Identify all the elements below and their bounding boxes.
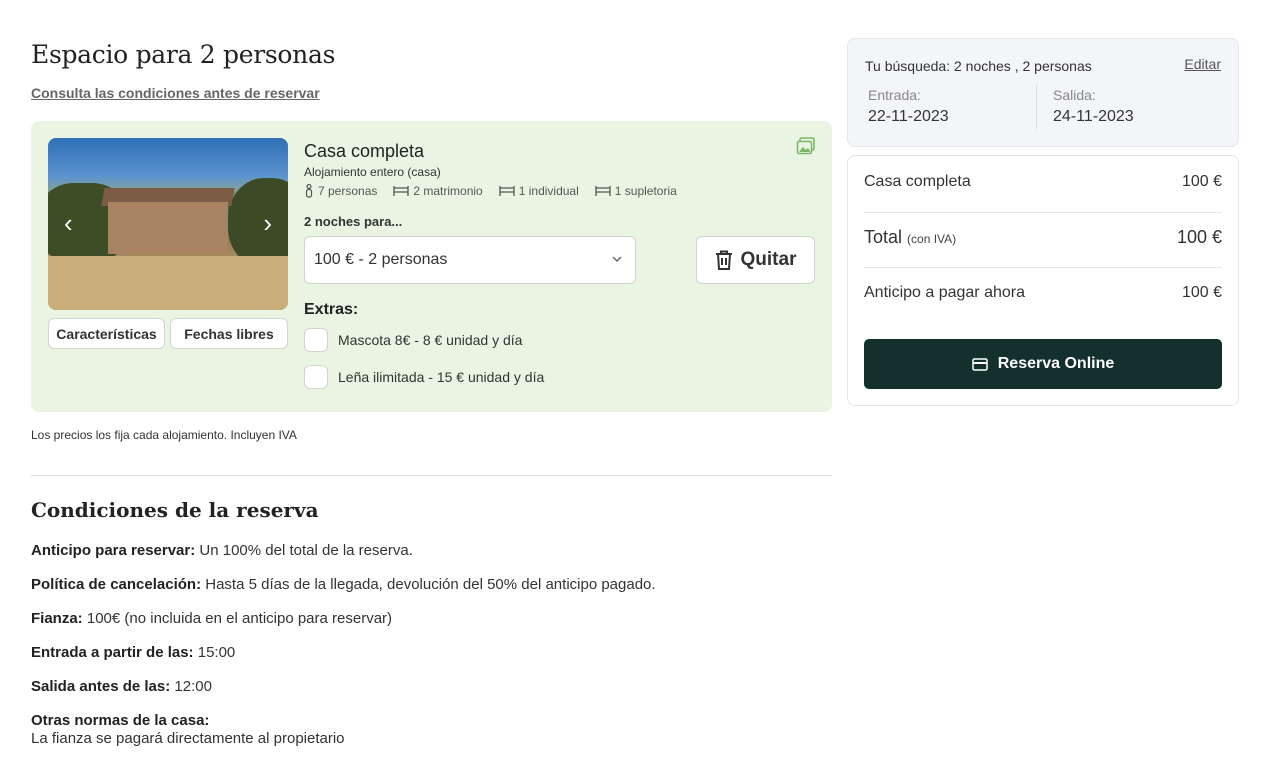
price-summary-box: Casa completa 100 € Total (con IVA) 100 … — [847, 155, 1239, 406]
condition-cancellation: Política de cancelación: Hasta 5 días de… — [31, 576, 656, 593]
summary-deposit-price: 100 € — [1181, 284, 1222, 301]
search-summary: Tu búsqueda: 2 noches , 2 personas — [865, 58, 1092, 74]
extra-option-pet[interactable]: Mascota 8€ - 8 € unidad y día — [304, 328, 522, 352]
feature-double-label: 2 matrimonio — [413, 184, 483, 198]
condition-checkin: Entrada a partir de las: 15:00 — [31, 644, 235, 661]
extras-title: Extras: — [304, 301, 359, 318]
checkout-value: 24-11-2023 — [1053, 108, 1134, 125]
summary-total-price: 100 € — [1176, 227, 1222, 247]
summary-total-note: (con IVA) — [907, 232, 957, 246]
summary-deposit-row: Anticipo a pagar ahora 100 € — [864, 284, 1222, 302]
summary-item-label: Casa completa — [864, 173, 971, 190]
checkin-date: Entrada: 22-11-2023 — [868, 87, 949, 126]
photo-trees — [228, 178, 288, 268]
photo-house — [108, 202, 228, 254]
reserve-button-label: Reserva Online — [997, 355, 1115, 372]
room-features: 7 personas 2 matrimonio 1 individual 1 s… — [304, 184, 814, 198]
trash-icon — [715, 250, 732, 270]
room-info: Casa completa Alojamiento entero (casa) … — [304, 139, 815, 389]
photo-ground — [48, 256, 288, 310]
checkbox[interactable] — [304, 328, 328, 352]
divider — [864, 212, 1222, 213]
conditions-link[interactable]: Consulta las condiciones antes de reserv… — [31, 85, 320, 101]
condition-label: Política de cancelación: — [31, 576, 202, 593]
remove-button-label: Quitar — [740, 249, 797, 270]
bed-icon — [393, 186, 410, 196]
edit-search-link[interactable]: Editar — [1184, 56, 1221, 72]
extra-option-firewood[interactable]: Leña ilimitada - 15 € unidad y día — [304, 365, 544, 389]
summary-deposit-label: Anticipo a pagar ahora — [864, 284, 1025, 301]
rate-select[interactable]: 100 € - 2 personas — [304, 236, 636, 284]
summary-item-row: Casa completa 100 € — [864, 173, 1222, 191]
feature-people-label: 7 personas — [318, 184, 378, 198]
conditions-title: Condiciones de la reserva — [31, 498, 319, 522]
chevron-left-icon[interactable]: ‹ — [64, 210, 73, 236]
condition-deposit: Anticipo para reservar: Un 100% del tota… — [31, 542, 413, 559]
prices-note: Los precios los fija cada alojamiento. I… — [31, 428, 297, 442]
checkout-label: Salida: — [1053, 87, 1096, 103]
feature-double-bed: 2 matrimonio — [393, 184, 483, 198]
condition-label: Otras normas de la casa: — [31, 712, 210, 729]
condition-label: Entrada a partir de las: — [31, 644, 194, 661]
divider — [31, 475, 832, 476]
summary-item-price: 100 € — [1181, 173, 1222, 190]
condition-value: 15:00 — [197, 644, 236, 661]
room-type: Alojamiento entero (casa) — [304, 165, 441, 179]
divider — [864, 267, 1222, 268]
credit-card-icon — [972, 357, 988, 371]
condition-checkout: Salida antes de las: 12:00 — [31, 678, 212, 695]
reserve-online-button[interactable]: Reserva Online — [864, 339, 1222, 389]
nights-label: 2 noches para... — [304, 214, 403, 229]
page-title: Espacio para 2 personas — [31, 40, 336, 69]
free-dates-button[interactable]: Fechas libres — [170, 318, 288, 349]
bed-icon — [499, 186, 515, 196]
main-column: Espacio para 2 personas Consulta las con… — [31, 38, 832, 747]
chevron-right-icon[interactable]: › — [263, 210, 272, 236]
checkbox[interactable] — [304, 365, 328, 389]
remove-button[interactable]: Quitar — [696, 236, 815, 284]
condition-value: Un 100% del total de la reserva. — [199, 542, 413, 559]
feature-extra-bed: 1 supletoria — [595, 184, 677, 198]
feature-people: 7 personas — [304, 184, 377, 198]
condition-label: Salida antes de las: — [31, 678, 171, 695]
checkout-date: Salida: 24-11-2023 — [1053, 87, 1134, 126]
condition-other: Otras normas de la casa: La fianza se pa… — [31, 712, 345, 747]
feature-extra-label: 1 supletoria — [614, 184, 677, 198]
chevron-down-icon — [612, 256, 622, 263]
condition-value: 12:00 — [174, 678, 212, 695]
search-summary-box: Tu búsqueda: 2 noches , 2 personas Edita… — [847, 38, 1239, 147]
checkin-label: Entrada: — [868, 87, 921, 103]
extra-option-label: Mascota 8€ - 8 € unidad y día — [338, 332, 523, 348]
person-icon — [305, 184, 313, 198]
condition-value: 100€ (no incluida en el anticipo para re… — [86, 610, 393, 627]
room-photo[interactable]: ‹ › — [48, 138, 288, 310]
summary-total-row: Total (con IVA) 100 € — [864, 227, 1222, 248]
condition-label: Fianza: — [31, 610, 83, 627]
condition-bond: Fianza: 100€ (no incluida en el anticipo… — [31, 610, 392, 627]
condition-value: Hasta 5 días de la llegada, devolución d… — [205, 576, 656, 593]
feature-single-label: 1 individual — [518, 184, 579, 198]
characteristics-button[interactable]: Características — [48, 318, 165, 349]
room-card: ‹ › Características Fechas libres Casa c… — [31, 121, 832, 412]
condition-value: La fianza se pagará directamente al prop… — [31, 730, 345, 747]
extra-option-label: Leña ilimitada - 15 € unidad y día — [338, 369, 545, 385]
room-name: Casa completa — [304, 141, 425, 161]
date-divider — [1036, 85, 1037, 129]
summary-total-label: Total — [864, 227, 903, 247]
rate-select-value: 100 € - 2 personas — [314, 251, 448, 268]
bed-icon — [595, 186, 611, 196]
condition-label: Anticipo para reservar: — [31, 542, 196, 559]
checkin-value: 22-11-2023 — [868, 108, 949, 125]
feature-single-bed: 1 individual — [499, 184, 579, 198]
